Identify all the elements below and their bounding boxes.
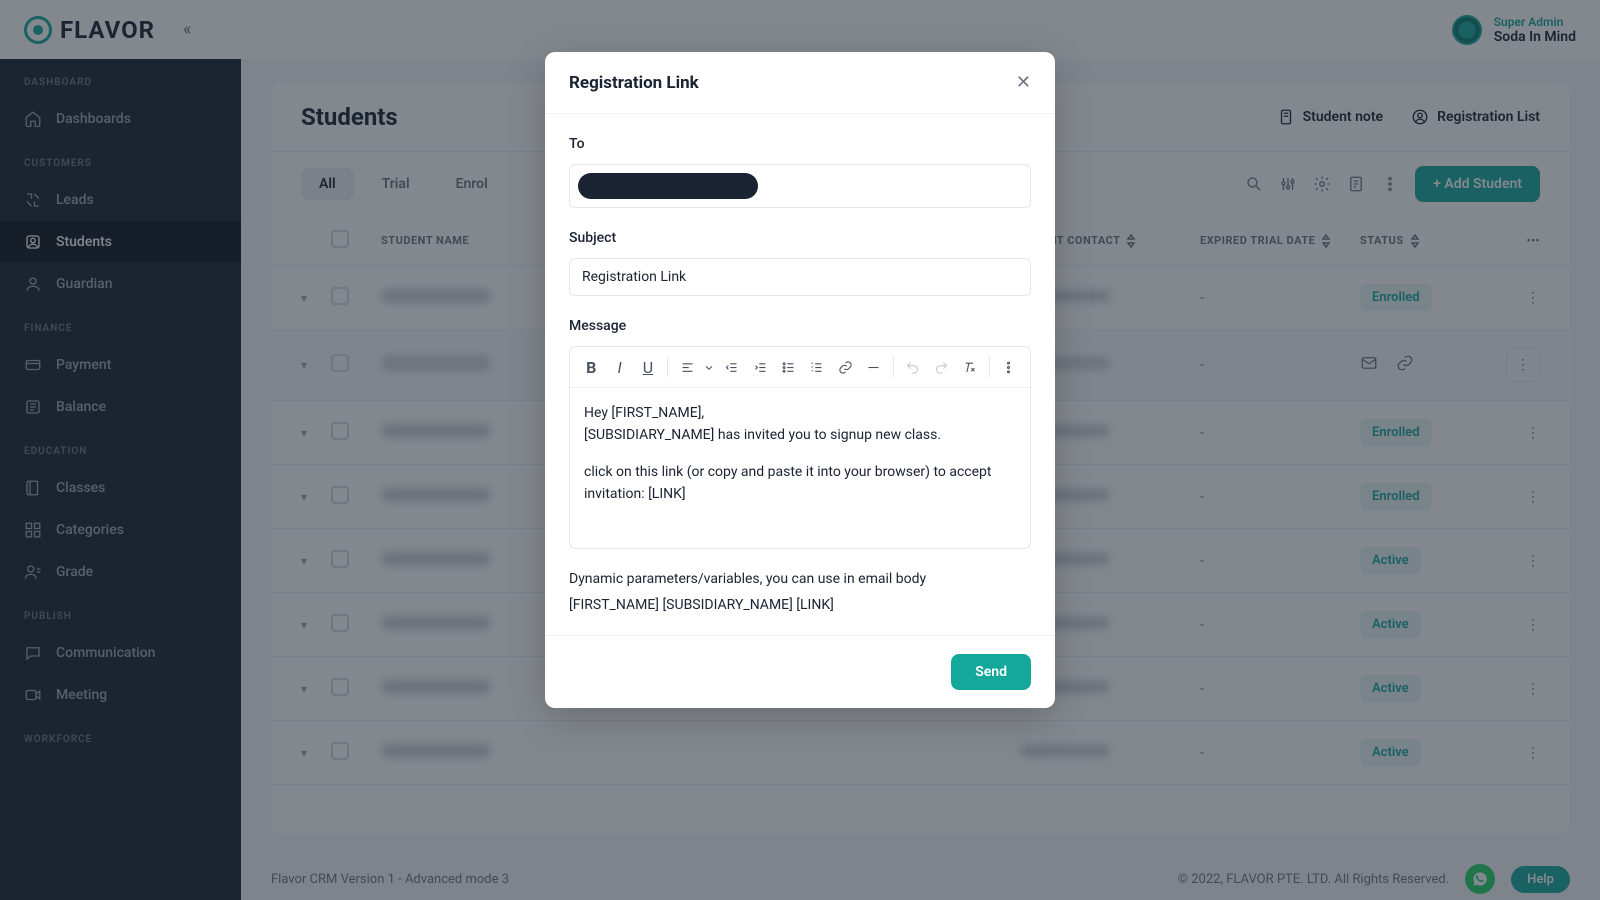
modal-overlay[interactable]: Registration Link ✕ To Subject Message B… bbox=[0, 0, 1600, 900]
underline-icon[interactable]: U bbox=[635, 353, 661, 381]
number-list-icon[interactable] bbox=[804, 353, 830, 381]
subject-input[interactable] bbox=[569, 258, 1031, 296]
msg-line: Hey [FIRST_NAME], bbox=[584, 402, 1016, 424]
chevron-down-icon[interactable] bbox=[702, 353, 716, 381]
italic-icon[interactable]: I bbox=[606, 353, 632, 381]
bullet-list-icon[interactable] bbox=[775, 353, 801, 381]
modal-footer: Send bbox=[545, 635, 1055, 708]
send-button[interactable]: Send bbox=[951, 654, 1031, 690]
modal-body: To Subject Message B I U bbox=[545, 114, 1055, 635]
rte-toolbar: B I U bbox=[570, 347, 1030, 388]
close-icon[interactable]: ✕ bbox=[1016, 72, 1031, 93]
dynamic-vars-list: [FIRST_NAME] [SUBSIDIARY_NAME] [LINK] bbox=[569, 597, 1031, 613]
link-icon[interactable] bbox=[832, 353, 858, 381]
bold-icon[interactable]: B bbox=[578, 353, 604, 381]
to-label: To bbox=[569, 136, 1031, 152]
rich-text-editor: B I U bbox=[569, 346, 1031, 549]
clear-format-icon[interactable] bbox=[956, 353, 982, 381]
msg-line: click on this link (or copy and paste it… bbox=[584, 461, 1016, 506]
undo-icon[interactable] bbox=[900, 353, 926, 381]
msg-line: [SUBSIDIARY_NAME] has invited you to sig… bbox=[584, 424, 1016, 446]
registration-link-modal: Registration Link ✕ To Subject Message B… bbox=[545, 52, 1055, 708]
redo-icon[interactable] bbox=[928, 353, 954, 381]
email-chip[interactable] bbox=[578, 173, 758, 199]
indent-icon[interactable] bbox=[747, 353, 773, 381]
outdent-icon[interactable] bbox=[718, 353, 744, 381]
more-vertical-icon[interactable] bbox=[996, 353, 1022, 381]
modal-title: Registration Link bbox=[569, 73, 699, 93]
message-label: Message bbox=[569, 318, 1031, 334]
modal-header: Registration Link ✕ bbox=[545, 52, 1055, 114]
align-icon[interactable] bbox=[674, 353, 700, 381]
dynamic-vars-label: Dynamic parameters/variables, you can us… bbox=[569, 571, 1031, 587]
subject-label: Subject bbox=[569, 230, 1031, 246]
message-body[interactable]: Hey [FIRST_NAME], [SUBSIDIARY_NAME] has … bbox=[570, 388, 1030, 548]
to-input[interactable] bbox=[569, 164, 1031, 208]
hr-icon[interactable] bbox=[860, 353, 886, 381]
